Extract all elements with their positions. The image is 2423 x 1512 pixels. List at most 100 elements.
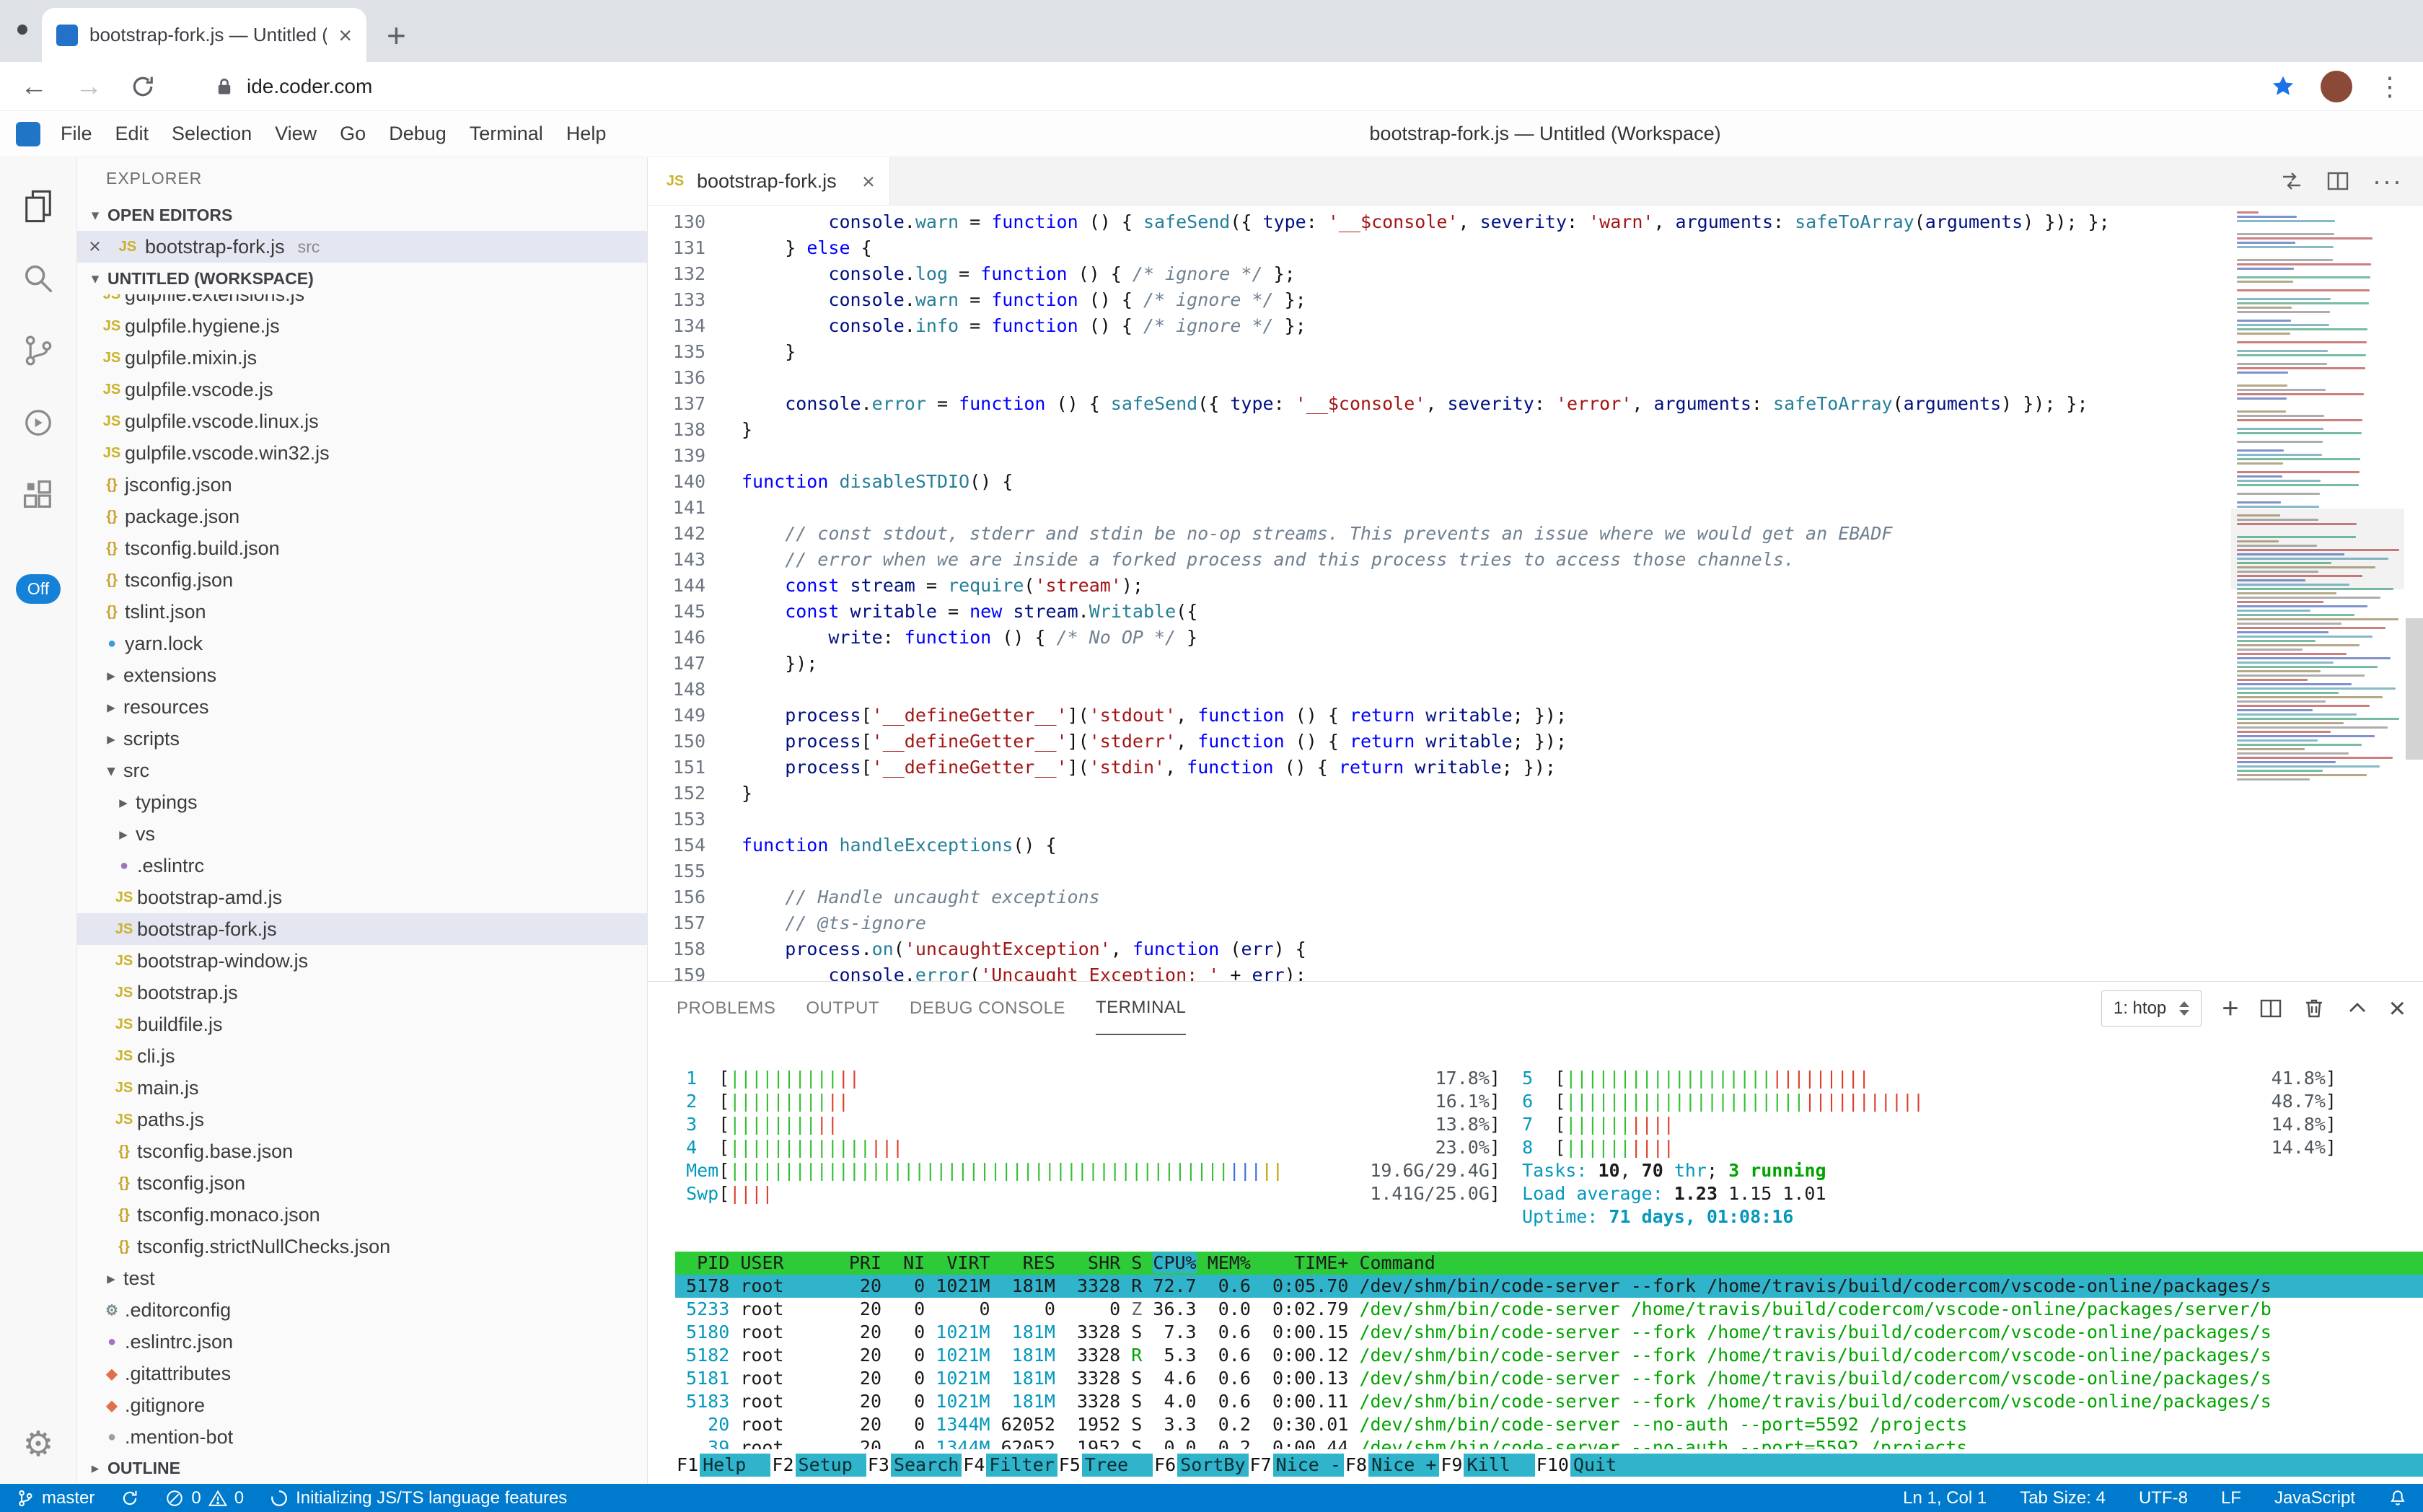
tree-item-.editorconfig[interactable]: ⚙.editorconfig — [77, 1294, 647, 1326]
more-actions-icon[interactable]: ··· — [2373, 168, 2403, 194]
tree-item-gulpfile.vscode.linux.js[interactable]: JSgulpfile.vscode.linux.js — [77, 405, 647, 437]
panel-tab-output[interactable]: OUTPUT — [806, 982, 879, 1035]
tree-item-.mention-bot[interactable]: ●.mention-bot — [77, 1421, 647, 1452]
tree-item-extensions[interactable]: ▸extensions — [77, 659, 647, 691]
sync-indicator[interactable] — [120, 1489, 139, 1508]
tree-item-gulpfile.mixin.js[interactable]: JSgulpfile.mixin.js — [77, 342, 647, 374]
htop-key-f4[interactable]: F4 — [962, 1454, 986, 1477]
htop-action-sortby[interactable]: SortBy — [1177, 1454, 1248, 1477]
tree-item-vs[interactable]: ▸vs — [77, 818, 647, 850]
notifications-bell[interactable] — [2388, 1489, 2407, 1508]
tree-item-.eslintrc[interactable]: ●.eslintrc — [77, 850, 647, 882]
tree-item-tsconfig.json[interactable]: {}tsconfig.json — [77, 1167, 647, 1199]
htop-action-nice-+[interactable]: Nice + — [1368, 1454, 1439, 1477]
split-terminal-icon[interactable] — [2259, 997, 2282, 1020]
htop-function-bar[interactable]: F1Help F2Setup F3SearchF4FilterF5Tree F6… — [648, 1454, 2423, 1477]
menu-help[interactable]: Help — [555, 111, 618, 157]
new-tab-button[interactable]: + — [387, 19, 406, 52]
tree-item-jsconfig.json[interactable]: {}jsconfig.json — [77, 469, 647, 501]
workspace-header[interactable]: ▾ UNTITLED (WORKSPACE) — [77, 263, 647, 294]
tree-item-bootstrap-window.js[interactable]: JSbootstrap-window.js — [77, 945, 647, 977]
branch-indicator[interactable]: master — [16, 1488, 94, 1508]
close-panel-icon[interactable]: × — [2389, 994, 2406, 1023]
htop-key-f5[interactable]: F5 — [1057, 1454, 1082, 1477]
tree-item-tsconfig.build.json[interactable]: {}tsconfig.build.json — [77, 532, 647, 564]
tree-item-.gitattributes[interactable]: ◆.gitattributes — [77, 1358, 647, 1389]
tree-item-buildfile.js[interactable]: JSbuildfile.js — [77, 1008, 647, 1040]
tree-item-package.json[interactable]: {}package.json — [77, 501, 647, 532]
back-icon[interactable]: ← — [20, 73, 48, 100]
debug-icon[interactable] — [19, 404, 57, 441]
tree-item-resources[interactable]: ▸resources — [77, 691, 647, 723]
htop-action-filter[interactable]: Filter — [986, 1454, 1057, 1477]
htop-key-f10[interactable]: F10 — [1535, 1454, 1570, 1477]
tree-item-tslint.json[interactable]: {}tslint.json — [77, 596, 647, 628]
problems-indicator[interactable]: 0 0 — [165, 1488, 244, 1508]
refresh-icon[interactable] — [130, 74, 156, 100]
profile-avatar[interactable] — [2321, 71, 2352, 102]
tree-item-.eslintrc.json[interactable]: ●.eslintrc.json — [77, 1326, 647, 1358]
open-changes-icon[interactable] — [2280, 170, 2303, 193]
minimap[interactable] — [2231, 206, 2404, 981]
htop-key-f6[interactable]: F6 — [1153, 1454, 1177, 1477]
htop-key-f1[interactable]: F1 — [675, 1454, 700, 1477]
outline-header[interactable]: ▸ OUTLINE — [77, 1452, 647, 1484]
menu-edit[interactable]: Edit — [104, 111, 161, 157]
tree-item-gulpfile.hygiene.js[interactable]: JSgulpfile.hygiene.js — [77, 310, 647, 342]
htop-key-f7[interactable]: F7 — [1249, 1454, 1273, 1477]
kill-terminal-trash-icon[interactable] — [2303, 997, 2326, 1020]
tree-item-test[interactable]: ▸test — [77, 1262, 647, 1294]
forward-icon[interactable]: → — [75, 73, 102, 100]
menu-selection[interactable]: Selection — [160, 111, 263, 157]
tree-item-bootstrap-fork.js[interactable]: JSbootstrap-fork.js — [77, 913, 647, 945]
tree-item-main.js[interactable]: JSmain.js — [77, 1072, 647, 1104]
panel-tab-problems[interactable]: PROBLEMS — [677, 982, 775, 1035]
browser-tab[interactable]: bootstrap-fork.js — Untitled (W × — [42, 8, 366, 62]
tree-item-scripts[interactable]: ▸scripts — [77, 723, 647, 755]
tree-item-yarn.lock[interactable]: ●yarn.lock — [77, 628, 647, 659]
htop-action-tree[interactable]: Tree — [1082, 1454, 1153, 1477]
tree-item-tsconfig.json[interactable]: {}tsconfig.json — [77, 564, 647, 596]
tree-item-tsconfig.strictNullChecks.json[interactable]: {}tsconfig.strictNullChecks.json — [77, 1231, 647, 1262]
panel-tab-terminal[interactable]: TERMINAL — [1096, 982, 1186, 1035]
tree-item-.gitignore[interactable]: ◆.gitignore — [77, 1389, 647, 1421]
settings-gear-icon[interactable]: ⚙ — [22, 1428, 53, 1462]
editor-tab-bootstrap-fork[interactable]: JS bootstrap-fork.js × — [648, 157, 890, 205]
tree-item-paths.js[interactable]: JSpaths.js — [77, 1104, 647, 1135]
htop-key-f9[interactable]: F9 — [1439, 1454, 1464, 1477]
address-bar[interactable]: ide.coder.com — [214, 75, 2243, 98]
editor-scrollbar[interactable] — [2406, 618, 2423, 760]
language-mode[interactable]: JavaScript — [2274, 1488, 2355, 1508]
menu-go[interactable]: Go — [328, 111, 377, 157]
close-icon[interactable]: × — [862, 170, 875, 193]
extensions-icon[interactable] — [19, 476, 57, 514]
close-icon[interactable]: × — [89, 237, 110, 258]
menu-debug[interactable]: Debug — [377, 111, 458, 157]
tree-item-gulpfile.extensions.js[interactable]: JSgulpfile.extensions.js — [77, 294, 647, 310]
htop-key-f3[interactable]: F3 — [866, 1454, 891, 1477]
tree-item-gulpfile.vscode.win32.js[interactable]: JSgulpfile.vscode.win32.js — [77, 437, 647, 469]
encoding[interactable]: UTF-8 — [2139, 1488, 2188, 1508]
tree-item-src[interactable]: ▾src — [77, 755, 647, 786]
tree-item-tsconfig.base.json[interactable]: {}tsconfig.base.json — [77, 1135, 647, 1167]
htop-action-setup[interactable]: Setup — [796, 1454, 866, 1477]
htop-key-f2[interactable]: F2 — [770, 1454, 795, 1477]
maximize-panel-icon[interactable] — [2346, 997, 2369, 1020]
htop-key-f8[interactable]: F8 — [1344, 1454, 1368, 1477]
tab-close-icon[interactable]: × — [338, 24, 352, 47]
new-terminal-icon[interactable]: + — [2222, 994, 2238, 1023]
eol[interactable]: LF — [2221, 1488, 2241, 1508]
source-control-icon[interactable] — [19, 332, 57, 369]
code-lines[interactable]: console.warn = function () { safeSend({ … — [742, 206, 2423, 981]
language-status[interactable]: Initializing JS/TS language features — [270, 1488, 567, 1508]
menu-view[interactable]: View — [263, 111, 328, 157]
htop-action-help[interactable]: Help — [700, 1454, 770, 1477]
tree-item-cli.js[interactable]: JScli.js — [77, 1040, 647, 1072]
htop-action-nice--[interactable]: Nice - — [1273, 1454, 1344, 1477]
panel-tab-debug-console[interactable]: DEBUG CONSOLE — [910, 982, 1065, 1035]
tab-size[interactable]: Tab Size: 4 — [2020, 1488, 2106, 1508]
tree-item-tsconfig.monaco.json[interactable]: {}tsconfig.monaco.json — [77, 1199, 647, 1231]
open-editor-item[interactable]: × JS bootstrap-fork.js src — [77, 231, 647, 263]
menu-file[interactable]: File — [49, 111, 104, 157]
htop-action-quit[interactable]: Quit — [1570, 1454, 1641, 1477]
